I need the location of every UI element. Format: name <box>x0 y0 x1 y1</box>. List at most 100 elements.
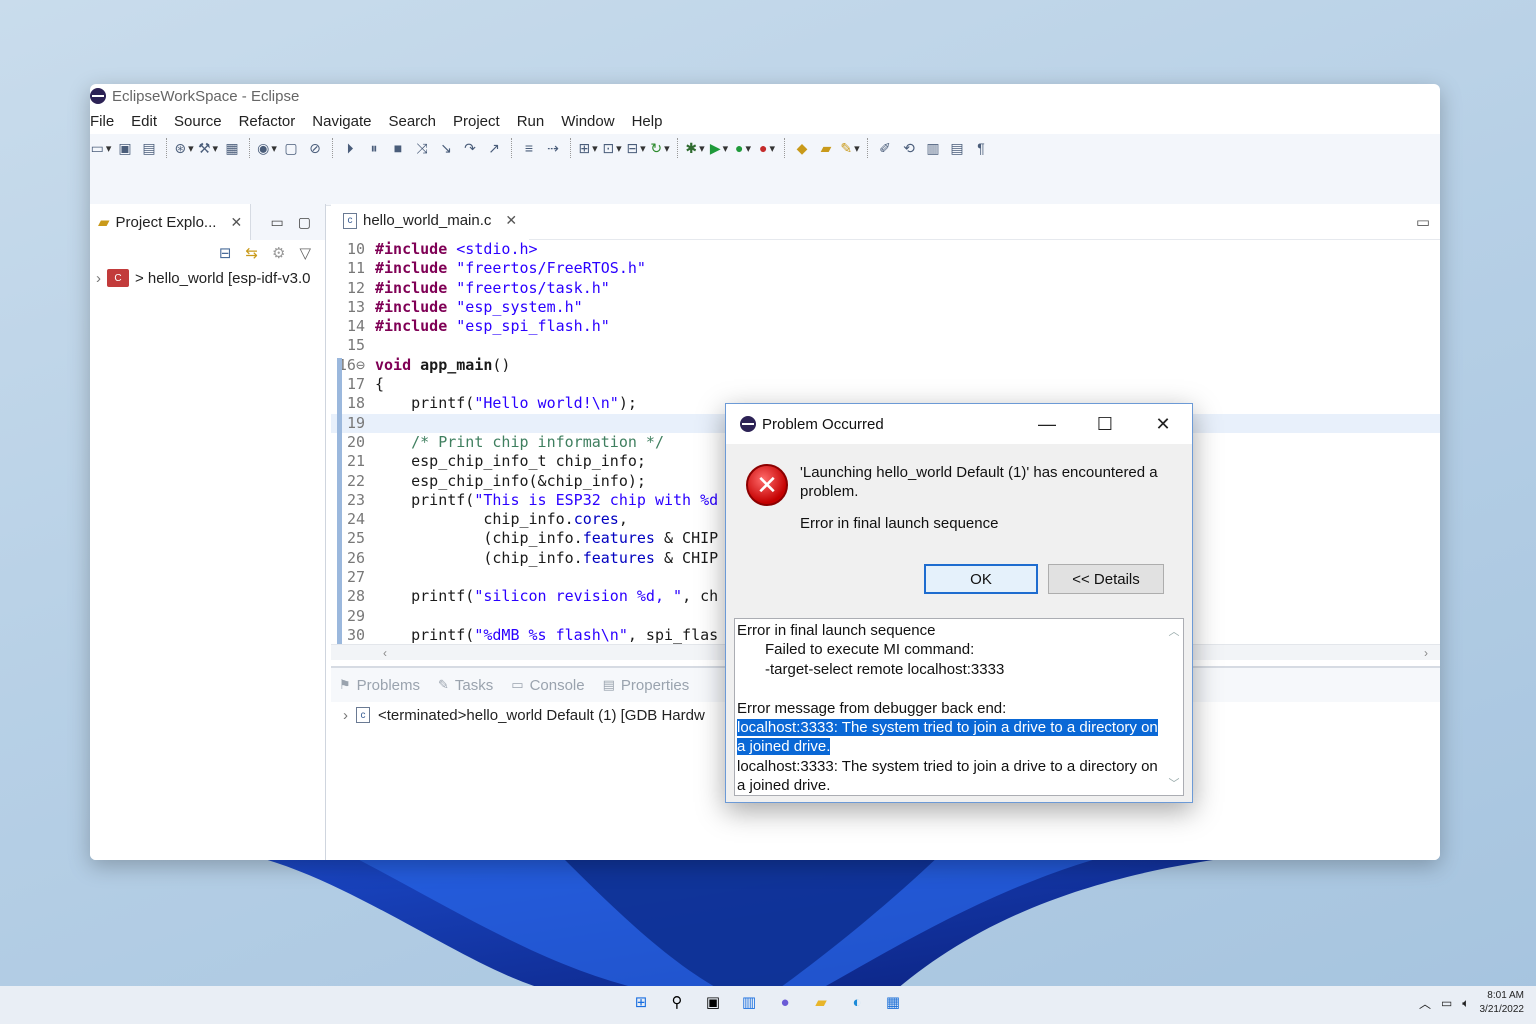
close-icon[interactable]: ✕ <box>230 214 242 231</box>
tab-properties[interactable]: ▤ Properties <box>603 677 690 694</box>
tab-problems[interactable]: ⚑ Problems <box>339 677 420 694</box>
menu-navigate[interactable]: Navigate <box>312 113 380 130</box>
menu-project[interactable]: Project <box>453 113 509 130</box>
menu-run[interactable]: Run <box>517 113 554 130</box>
code-line[interactable]: 16⊖ void app_main() <box>331 356 1440 375</box>
annotation-icon[interactable]: ⟲ <box>900 139 918 157</box>
terminate-icon[interactable]: ■ <box>389 139 407 157</box>
file-explorer-icon[interactable]: ▰ <box>810 991 832 1013</box>
menu-edit[interactable]: Edit <box>131 113 166 130</box>
scroll-up-icon[interactable]: ︿ <box>1169 623 1180 639</box>
code-line[interactable]: 12 #include "freertos/task.h" <box>331 279 1440 298</box>
tab-project-explorer[interactable]: ▰ Project Explo... ✕ <box>90 204 252 240</box>
step-into-icon[interactable]: ↘ <box>437 139 455 157</box>
clock[interactable]: 8:01 AM 3/21/2022 <box>1480 989 1525 1017</box>
link-editor-icon[interactable]: ⇆ <box>245 244 258 262</box>
editor-tab-label: hello_world_main.c <box>363 212 492 229</box>
search-icon[interactable]: ✎ <box>840 139 859 157</box>
block-selection-icon[interactable]: ▥ <box>924 139 942 157</box>
store-icon[interactable]: ▦ <box>882 991 904 1013</box>
change-bar <box>337 358 342 644</box>
hammer-icon[interactable]: ⚒ <box>198 139 217 157</box>
maximize-icon[interactable]: ▢ <box>298 214 311 231</box>
highlight-icon[interactable]: ✐ <box>876 139 894 157</box>
search-icon[interactable]: ⚲ <box>666 991 688 1013</box>
resume-icon[interactable]: ⏵ <box>341 139 359 157</box>
selected-text[interactable]: localhost:3333: The system tried to join… <box>737 719 1158 756</box>
menu-help[interactable]: Help <box>632 113 672 130</box>
menu-window[interactable]: Window <box>561 113 623 130</box>
scroll-down-icon[interactable]: ﹀ <box>1169 775 1180 791</box>
disconnect-icon[interactable]: ⤨ <box>413 139 431 157</box>
maximize-icon[interactable]: ☐ <box>1076 414 1134 435</box>
save-icon[interactable]: ▣ <box>116 139 134 157</box>
code-line[interactable]: 10 #include <stdio.h> <box>331 240 1440 259</box>
tab-console-label: Console <box>529 676 585 694</box>
chevron-right-icon[interactable]: › <box>96 270 101 287</box>
refresh-icon[interactable]: ↻ <box>650 139 669 157</box>
tab-hello-world-main[interactable]: c hello_world_main.c ✕ <box>331 204 530 240</box>
menu-file[interactable]: File <box>90 113 123 130</box>
step-return-icon[interactable]: ↗ <box>485 139 503 157</box>
chevron-up-icon[interactable]: ︿ <box>1419 995 1431 1012</box>
menu-refactor[interactable]: Refactor <box>239 113 305 130</box>
close-icon[interactable]: ✕ <box>505 212 517 229</box>
debug-icon[interactable]: ✱ <box>685 139 704 157</box>
menu-source[interactable]: Source <box>174 113 231 130</box>
run-icon[interactable]: ▶ <box>710 139 728 157</box>
build-target-icon[interactable]: ⊛ <box>174 139 193 157</box>
minimize-icon[interactable]: — <box>1018 414 1076 435</box>
code-line[interactable]: 14 #include "esp_spi_flash.h" <box>331 317 1440 336</box>
collapse-all-icon[interactable]: ⊟ <box>219 244 232 262</box>
vertical-scrollbar[interactable]: ︿ ﹀ <box>1165 619 1183 795</box>
run-configurations-icon[interactable]: ● <box>734 139 752 157</box>
ok-button[interactable]: OK <box>924 564 1038 594</box>
profile-icon[interactable]: ◉ <box>257 139 276 157</box>
chevron-right-icon[interactable]: › <box>343 707 348 724</box>
details-textbox[interactable]: Error in final launch sequence Failed to… <box>734 618 1184 796</box>
open-type-icon[interactable]: ◆ <box>793 139 811 157</box>
step-over-icon[interactable]: ↷ <box>461 139 479 157</box>
code-text: { <box>375 375 385 394</box>
tree-item-project[interactable]: › C > hello_world [esp-idf-v3.0 <box>90 266 325 290</box>
task-view-icon[interactable]: ▣ <box>702 991 724 1013</box>
chat-icon[interactable]: ● <box>774 991 796 1013</box>
edge-icon[interactable]: ◐ <box>846 991 868 1013</box>
scroll-left-icon[interactable]: ‹ <box>383 646 387 660</box>
new-project-icon[interactable]: ⊞ <box>578 139 597 157</box>
binary-icon[interactable]: ▦ <box>223 139 241 157</box>
widgets-icon[interactable]: ▥ <box>738 991 760 1013</box>
console-icon: ▭ <box>511 677 524 692</box>
scroll-right-icon[interactable]: › <box>1424 646 1428 660</box>
suspend-icon[interactable]: ⏸ <box>365 139 383 157</box>
tab-tasks[interactable]: ✎ Tasks <box>438 677 493 694</box>
new-folder-icon[interactable]: ⊡ <box>602 139 621 157</box>
skip-breakpoints-icon[interactable]: ⊘ <box>306 139 324 157</box>
use-step-filters-icon[interactable]: ⇢ <box>544 139 562 157</box>
code-line[interactable]: 15 <box>331 336 1440 355</box>
details-button[interactable]: << Details <box>1048 564 1164 594</box>
code-line[interactable]: 17{ <box>331 375 1440 394</box>
tab-console[interactable]: ▭ Console <box>511 677 584 694</box>
show-whitespace-icon[interactable]: ▤ <box>948 139 966 157</box>
start-icon[interactable]: ⊞ <box>630 991 652 1013</box>
view-menu-icon[interactable]: ▽ <box>299 244 311 262</box>
network-icon[interactable]: ▭ <box>1441 996 1452 1010</box>
external-tools-icon[interactable]: ● <box>758 139 776 157</box>
code-line[interactable]: 11 #include "freertos/FreeRTOS.h" <box>331 259 1440 278</box>
open-folder-icon[interactable]: ▰ <box>817 139 835 157</box>
paragraph-icon[interactable]: ¶ <box>972 139 990 157</box>
new-icon[interactable]: ▭ <box>91 139 110 157</box>
filter-icon[interactable]: ⚙ <box>272 244 285 262</box>
new-source-icon[interactable]: ⊟ <box>626 139 645 157</box>
code-line[interactable]: 13 #include "esp_system.h" <box>331 298 1440 317</box>
close-icon[interactable]: ✕ <box>1134 414 1192 435</box>
save-all-icon[interactable]: ▤ <box>140 139 158 157</box>
menu-search[interactable]: Search <box>388 113 445 130</box>
minimize-icon[interactable]: ▭ <box>271 214 284 231</box>
terminal-icon[interactable]: ▢ <box>282 139 300 157</box>
instruction-step-icon[interactable]: ≡ <box>520 139 538 157</box>
minimize-icon[interactable]: ▭ <box>1416 213 1430 231</box>
volume-icon[interactable]: 🔈︎ <box>1462 996 1469 1011</box>
details-line-selected[interactable]: localhost:3333: The system tried to join… <box>737 718 1161 757</box>
